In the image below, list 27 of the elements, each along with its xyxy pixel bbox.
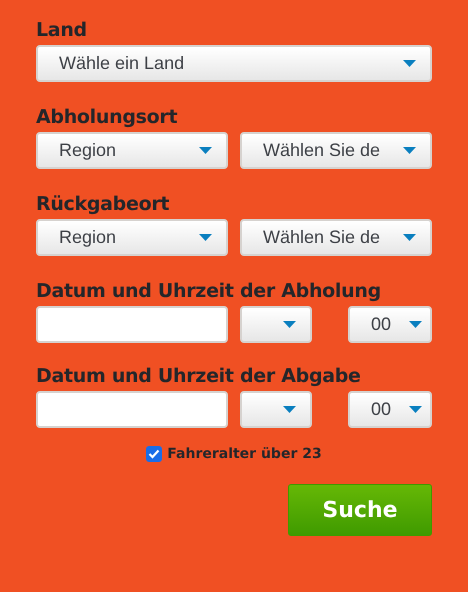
caret-icon: [409, 406, 422, 413]
caret-icon: [403, 234, 416, 241]
dropdown-select[interactable]: Region: [36, 132, 228, 169]
caret-icon: [403, 60, 416, 67]
checkbox-label: Fahreralter über 23: [167, 446, 322, 462]
caret-icon: [403, 147, 416, 154]
checkbox[interactable]: [146, 446, 162, 462]
dropdown-select[interactable]: Wählen Sie de: [240, 219, 432, 256]
field-label: Datum und Uhrzeit der Abholung: [36, 279, 382, 304]
dropdown-select[interactable]: 00: [348, 306, 432, 343]
date-input-field[interactable]: [36, 391, 228, 428]
field-label: Land: [36, 18, 88, 43]
caret-icon: [409, 321, 422, 328]
field-label: Datum und Uhrzeit der Abgabe: [36, 364, 362, 389]
dropdown-select[interactable]: [240, 306, 312, 343]
caret-icon: [199, 147, 212, 154]
field-label: Rückgabeort: [36, 192, 170, 217]
dropdown-select[interactable]: Region: [36, 219, 228, 256]
dropdown-select[interactable]: Wählen Sie de: [240, 132, 432, 169]
caret-icon: [283, 406, 296, 413]
date-input-field[interactable]: [36, 306, 228, 343]
field-label: Abholungsort: [36, 105, 178, 130]
caret-icon: [199, 234, 212, 241]
dropdown-select[interactable]: 00: [348, 391, 432, 428]
dropdown-select[interactable]: Wähle ein Land: [36, 45, 432, 82]
dropdown-select[interactable]: [240, 391, 312, 428]
caret-icon: [283, 321, 296, 328]
